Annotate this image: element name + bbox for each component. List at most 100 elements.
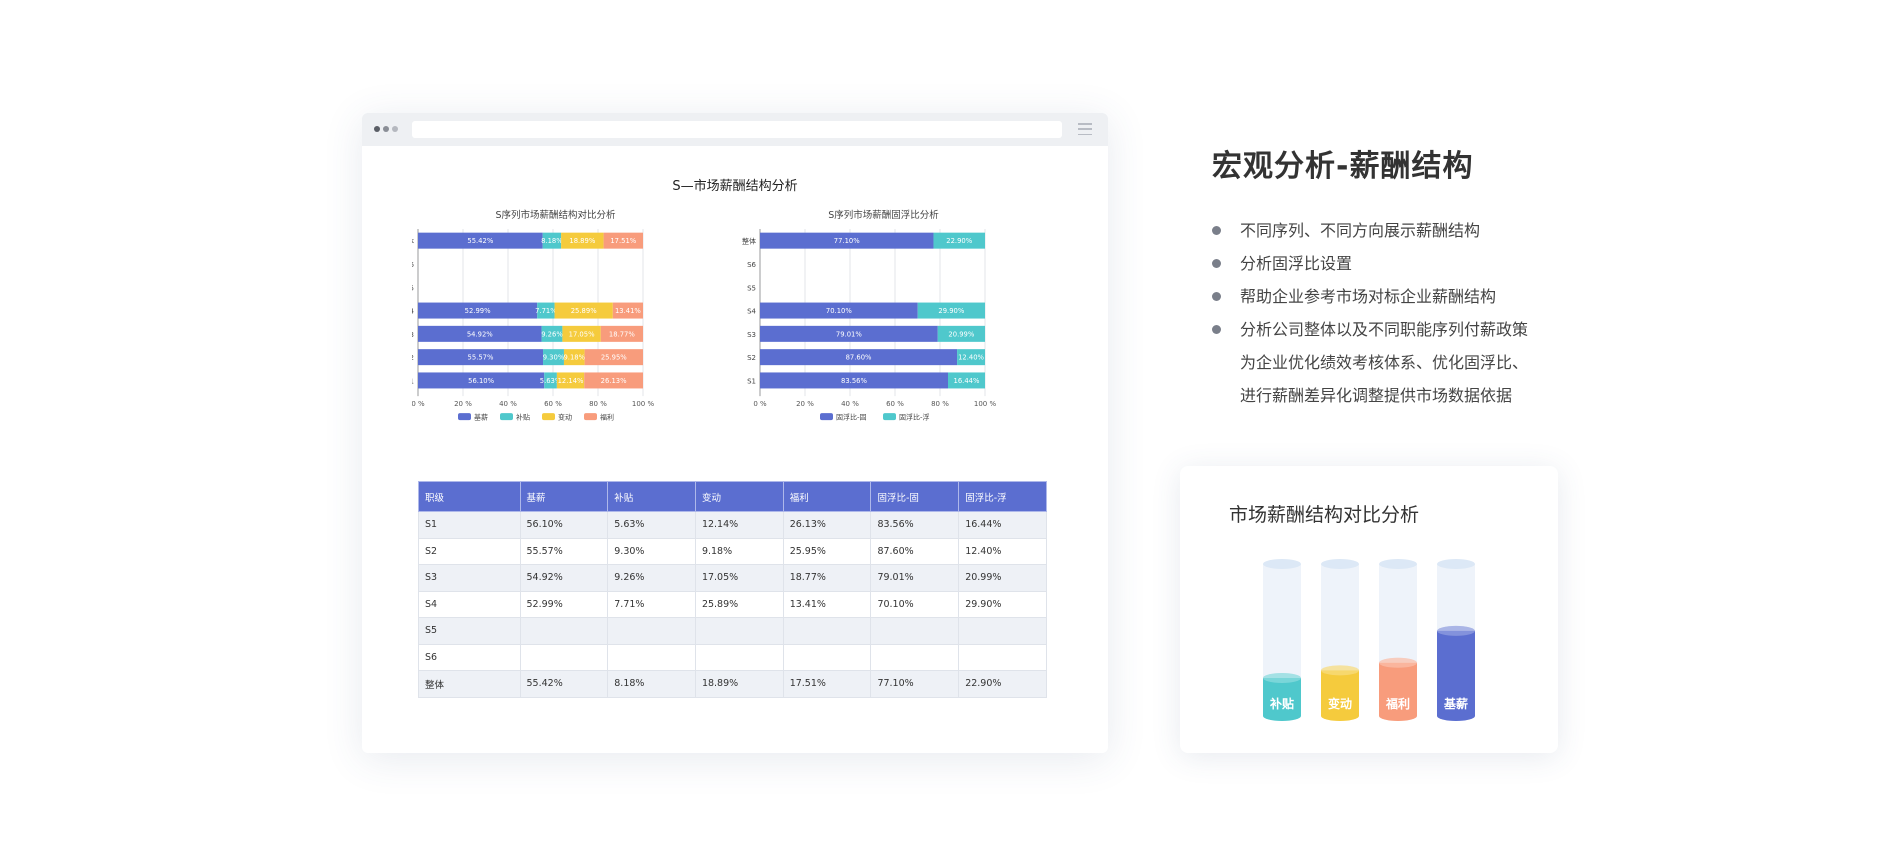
hamburger-menu-icon[interactable] [1078,123,1092,135]
y-tick-label: S1 [747,377,756,385]
table-cell: 12.14% [694,511,784,539]
table-cell: 9.18% [694,537,784,565]
data-label: 17.51% [610,237,636,245]
window-controls [374,126,398,132]
chart-title-structure: S序列市场薪酬结构对比分析 [495,210,616,221]
table-cell: 70.10% [870,590,960,618]
data-label: 55.57% [468,354,494,362]
cylinder-top [1263,559,1301,569]
cylinder-bar-chart: 补贴 变动 福利 基薪 [1263,559,1475,721]
feature-list: 不同序列、不同方向展示薪酬结构 分析固浮比设置 帮助企业参考市场对标企业薪酬结构 分析… [1212,214,1592,412]
table-cell [519,617,609,645]
table-cell: 17.51% [782,670,872,698]
browser-toolbar [362,113,1108,146]
cylinder-fill-highlight [1379,657,1417,668]
legend-swatch [458,413,471,421]
x-tick-label: 20 % [454,400,472,408]
window-dot-icon[interactable] [392,126,398,132]
legend-label: 变动 [558,413,572,422]
table-row: S2 55.57% 9.30% 9.18% 25.95% 87.60% 12.40% [418,537,1047,565]
bullet-dot-icon [1212,292,1221,301]
table-cell: S4 [418,590,521,618]
bullet-dot-icon [1212,325,1221,334]
table-cell [958,643,1047,671]
table-cell: 5.63% [607,511,696,539]
table-cell: 25.95% [782,537,872,565]
cylinder-label: 变动 [1328,696,1352,711]
window-dot-icon[interactable] [383,126,389,132]
feature-bullet: 分析公司整体以及不同职能序列付薪政策 为企业优化绩效考核体系、优化固浮比、 进行薪酬… [1212,313,1592,412]
window-dot-icon[interactable] [374,126,380,132]
bullet-text: 分析公司整体以及不同职能序列付薪政策 [1240,320,1529,339]
feature-bullet: 不同序列、不同方向展示薪酬结构 [1212,214,1592,247]
data-label: 83.56% [841,377,867,385]
table-cell [694,617,784,645]
data-label: 54.92% [467,330,493,338]
data-label: 9.30% [543,354,565,362]
bullet-text: 进行薪酬差异化调整提供市场数据依据 [1240,386,1513,405]
cylinder-label: 补贴 [1269,696,1294,711]
data-label: 20.99% [948,330,974,338]
table-cell: 52.99% [519,590,609,618]
table-cell: 25.89% [694,590,784,618]
y-tick-label: S5 [412,284,414,292]
cylinder-top [1321,559,1359,569]
table-cell: 77.10% [870,670,960,698]
y-tick-label: S1 [412,377,414,385]
table-cell: 79.01% [870,564,960,592]
legend-swatch [500,413,513,421]
y-tick-label: S6 [747,261,756,269]
table-cell: 29.90% [958,590,1047,618]
cylinder-base [1437,711,1475,721]
data-label: 22.90% [946,237,972,245]
table-cell: 18.89% [694,670,784,698]
address-bar[interactable] [412,121,1062,138]
table-cell: 9.26% [607,564,696,592]
y-tick-label: S5 [747,284,756,292]
x-tick-label: 80 % [931,400,949,408]
summary-card: 市场薪酬结构对比分析 补贴 变动 福利 基薪 [1180,466,1558,753]
data-label: 52.99% [465,307,491,315]
table-cell: 26.13% [782,511,872,539]
y-tick-label: S2 [412,354,414,362]
cylinder-label: 福利 [1385,696,1410,711]
table-cell: 56.10% [519,511,609,539]
y-tick-label: 整体 [742,237,756,246]
table-cell: 整体 [418,670,521,698]
table-cell: 8.18% [607,670,696,698]
table-cell: 54.92% [519,564,609,592]
table-row: S1 56.10% 5.63% 12.14% 26.13% 83.56% 16.44% [418,511,1047,539]
legend-label: 福利 [600,413,614,422]
cylinder-base [1263,711,1301,721]
data-label: 79.01% [836,330,862,338]
legend-swatch [584,413,597,421]
table-cell: S1 [418,511,521,539]
cylinder-fill-highlight [1437,625,1475,636]
table-cell: 13.41% [782,590,872,618]
data-label: 56.10% [468,377,494,385]
report-title: S—市场薪酬结构分析 [672,179,798,194]
x-tick-label: 100 % [632,400,655,408]
cylinder-fill-highlight [1263,673,1301,683]
table-cell: 55.42% [519,670,609,698]
table-cell: 55.57% [519,537,609,565]
x-tick-label: 40 % [841,400,859,408]
table-cell [958,617,1047,645]
column-header: 基薪 [519,481,609,512]
data-label: 26.13% [601,377,627,385]
table-cell [519,643,609,671]
x-tick-label: 0 % [753,400,767,408]
table-row: S4 52.99% 7.71% 25.89% 13.41% 70.10% 29.90% [418,590,1047,618]
x-tick-label: 40 % [499,400,517,408]
data-label: 77.10% [834,237,860,245]
column-header: 福利 [782,481,872,512]
y-tick-label: 整体 [412,237,414,246]
table-cell: 17.05% [694,564,784,592]
legend-label: 补贴 [516,413,530,422]
data-label: 7.71% [535,307,557,315]
table-cell: 18.77% [782,564,872,592]
chart-title-fixed-float: S序列市场薪酬固浮比分析 [828,210,939,221]
table-cell [782,643,872,671]
table-row: S5 [418,617,1047,645]
table-cell: S6 [418,643,521,671]
